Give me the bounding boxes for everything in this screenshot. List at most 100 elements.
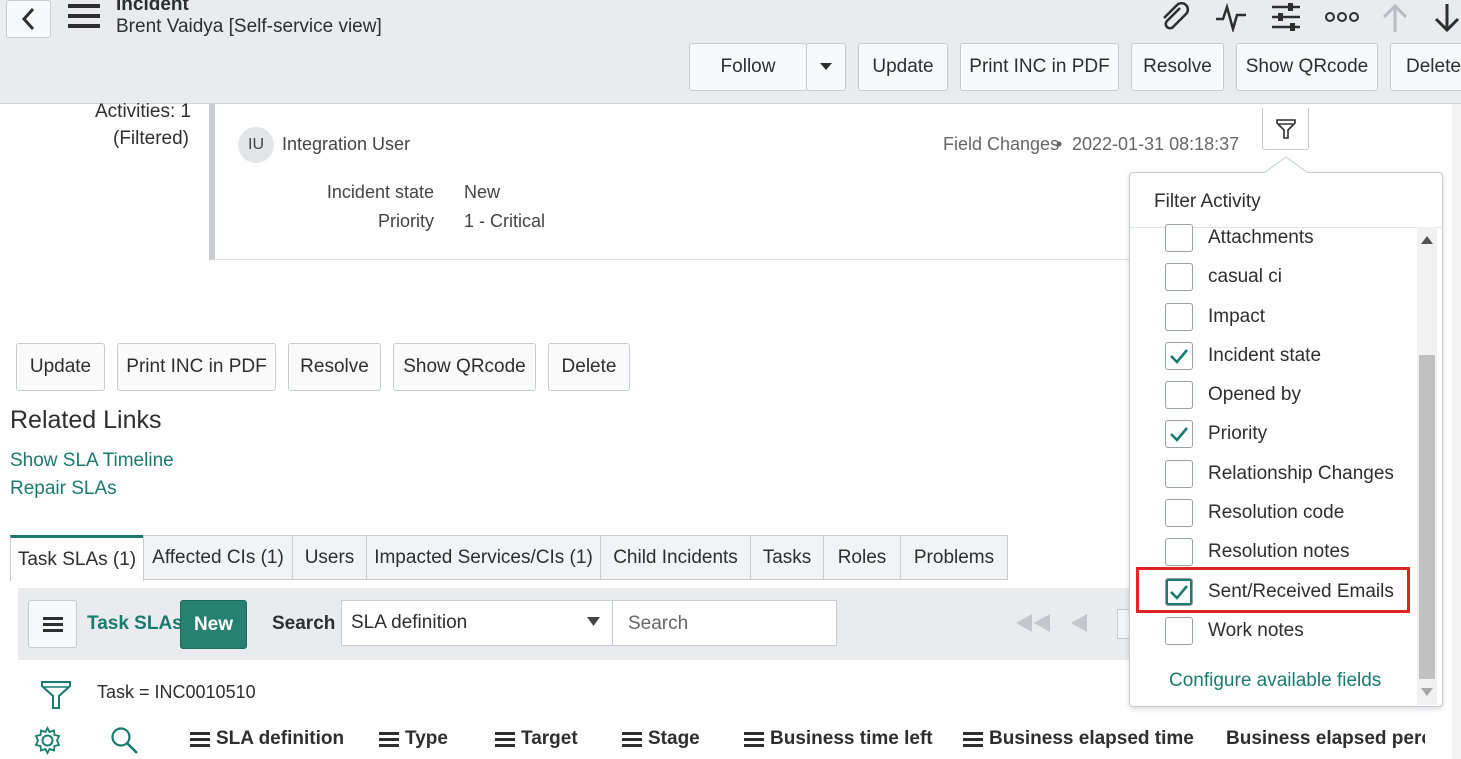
checkbox-checked[interactable] [1165, 342, 1193, 370]
checkbox[interactable] [1165, 460, 1193, 488]
header-update-button[interactable]: Update [858, 43, 948, 91]
tab-tasks[interactable]: Tasks [750, 535, 824, 580]
show-sla-timeline-link[interactable]: Show SLA Timeline [10, 450, 174, 472]
header-print-button[interactable]: Print INC in PDF [960, 43, 1119, 91]
activity-icon[interactable] [1214, 2, 1248, 32]
checkmark-icon [1170, 427, 1188, 442]
column-menu-icon [190, 729, 210, 750]
repair-slas-link[interactable]: Repair SLAs [10, 478, 117, 500]
previous-page-icon[interactable] [1070, 614, 1088, 632]
tab-child-incidents[interactable]: Child Incidents [600, 535, 751, 580]
arrow-up-icon[interactable] [1380, 2, 1410, 34]
new-button[interactable]: New [180, 600, 247, 649]
column-label: Business elapsed perc [1226, 728, 1425, 749]
filter-item-relationship-changes[interactable]: Relationship Changes [1165, 457, 1425, 491]
column-header-target[interactable]: Target [495, 728, 578, 750]
column-label: SLA definition [216, 728, 345, 749]
scrollbar-thumb[interactable] [1419, 355, 1435, 679]
follow-button[interactable]: Follow [689, 43, 807, 91]
activity-filter-button[interactable] [1262, 108, 1309, 150]
filter-item-label: Relationship Changes [1208, 463, 1394, 484]
arrow-down-icon[interactable] [1432, 2, 1461, 34]
popover-scrollbar[interactable] [1417, 227, 1437, 705]
filter-activity-popover: Filter Activity Attachments casual ci Im… [1129, 172, 1443, 707]
first-page-icon[interactable] [1014, 614, 1052, 632]
form-title: Incident [116, 0, 189, 15]
filter-breadcrumb[interactable]: Task = INC0010510 [97, 682, 256, 703]
filter-icon [1275, 118, 1296, 139]
filter-funnel-icon[interactable] [40, 679, 72, 711]
filter-item-incident-state[interactable]: Incident state [1165, 339, 1425, 373]
list-menu-button[interactable] [28, 600, 77, 648]
filter-item-casual-ci[interactable]: casual ci [1165, 260, 1425, 294]
show-qrcode-label: Show QRcode [403, 356, 526, 377]
filter-item-work-notes[interactable]: Work notes [1165, 614, 1425, 648]
tab-impacted-services-label: Impacted Services/CIs (1) [374, 546, 593, 568]
tab-affected-cis[interactable]: Affected CIs (1) [143, 535, 293, 580]
column-header-stage[interactable]: Stage [622, 728, 700, 750]
filter-item-resolution-notes[interactable]: Resolution notes [1165, 535, 1425, 569]
search-icon[interactable] [110, 726, 139, 755]
column-header-business-elapsed-percentage[interactable]: Business elapsed perc [1220, 728, 1425, 750]
settings-sliders-icon[interactable] [1270, 2, 1302, 32]
column-menu-icon [495, 729, 515, 750]
activity-timestamp: 2022-01-31 08:18:37 [1072, 134, 1240, 154]
checkbox-checked[interactable] [1165, 420, 1193, 448]
more-options-icon[interactable] [1325, 10, 1359, 24]
scroll-down-icon[interactable] [1421, 688, 1433, 696]
column-header-sla-definition[interactable]: SLA definition [190, 728, 344, 750]
print-pdf-button[interactable]: Print INC in PDF [117, 343, 276, 391]
tab-users[interactable]: Users [292, 535, 367, 580]
checkbox[interactable] [1165, 303, 1193, 331]
tab-impacted-services[interactable]: Impacted Services/CIs (1) [366, 535, 601, 580]
checkbox[interactable] [1165, 499, 1193, 527]
column-header-type[interactable]: Type [379, 728, 448, 750]
column-header-business-elapsed-time[interactable]: Business elapsed time [963, 728, 1194, 750]
follow-dropdown-button[interactable] [806, 43, 846, 91]
resolve-button[interactable]: Resolve [288, 343, 381, 391]
search-input[interactable]: Search [612, 600, 837, 646]
header-delete-button[interactable]: Delete [1390, 43, 1461, 91]
update-button[interactable]: Update [16, 343, 105, 391]
tab-roles[interactable]: Roles [823, 535, 901, 580]
activity-user: Integration User [282, 134, 411, 154]
tab-problems[interactable]: Problems [900, 535, 1008, 580]
search-field-select[interactable]: SLA definition [341, 600, 613, 646]
checkbox[interactable] [1165, 381, 1193, 409]
filter-item-label: Resolution code [1208, 502, 1345, 523]
filter-item-priority[interactable]: Priority [1165, 417, 1425, 451]
field-label-priority: Priority [377, 211, 434, 231]
print-pdf-label: Print INC in PDF [126, 356, 267, 377]
filter-item-attachments[interactable]: Attachments [1165, 221, 1425, 255]
checkbox[interactable] [1165, 617, 1193, 645]
header-print-label: Print INC in PDF [969, 56, 1110, 77]
highlight-box [1136, 567, 1410, 613]
field-label-incident-state: Incident state [326, 182, 434, 202]
configure-fields-link[interactable]: Configure available fields [1169, 670, 1381, 692]
filter-item-label: Incident state [1208, 345, 1322, 366]
filter-item-impact[interactable]: Impact [1165, 300, 1425, 334]
activity-count: Activities: 1 [95, 101, 192, 118]
gear-icon[interactable] [33, 726, 62, 755]
show-qrcode-button[interactable]: Show QRcode [393, 343, 536, 391]
scroll-up-icon[interactable] [1421, 236, 1433, 244]
back-button[interactable] [6, 0, 51, 38]
header-resolve-button[interactable]: Resolve [1131, 43, 1224, 91]
tab-task-slas[interactable]: Task SLAs (1) [10, 535, 144, 581]
checkbox[interactable] [1165, 538, 1193, 566]
column-label: Target [521, 728, 578, 749]
filter-item-opened-by[interactable]: Opened by [1165, 378, 1425, 412]
filter-item-resolution-code[interactable]: Resolution code [1165, 496, 1425, 530]
list-title[interactable]: Task SLAs [87, 613, 183, 635]
column-menu-icon [744, 729, 764, 750]
page-scrollbar[interactable] [1452, 104, 1461, 759]
delete-button[interactable]: Delete [548, 343, 630, 391]
chevron-left-icon [21, 7, 34, 31]
checkbox[interactable] [1165, 263, 1193, 291]
header-qrcode-button[interactable]: Show QRcode [1236, 43, 1378, 91]
paperclip-icon[interactable] [1158, 2, 1192, 32]
column-header-business-time-left[interactable]: Business time left [744, 728, 933, 750]
tab-affected-cis-label: Affected CIs (1) [152, 546, 284, 568]
menu-icon[interactable] [68, 4, 100, 30]
checkbox[interactable] [1165, 224, 1193, 252]
